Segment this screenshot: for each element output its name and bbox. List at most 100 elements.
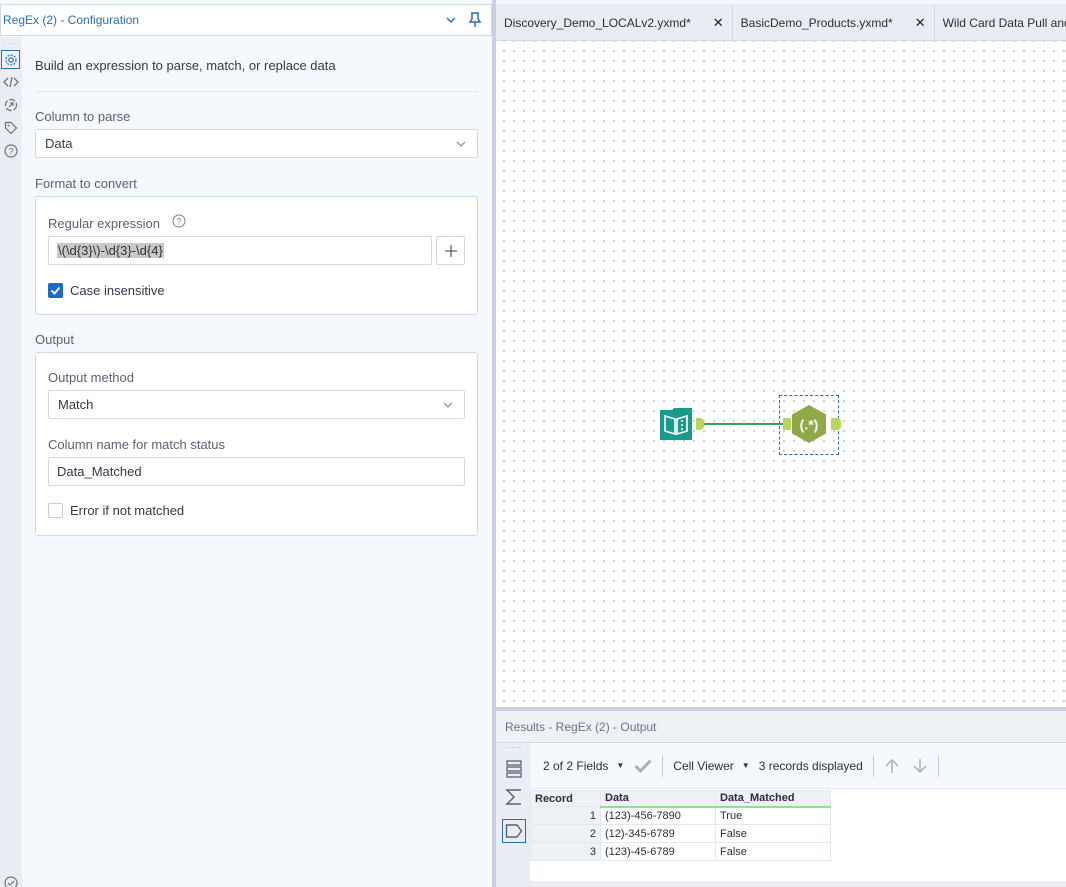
record-cell: 3 — [530, 842, 601, 861]
results-title: Results - RegEx (2) - Output — [505, 719, 657, 734]
output-anchor[interactable] — [831, 418, 841, 430]
regex-glyph: (.*) — [800, 417, 819, 433]
matched-cell[interactable]: False — [715, 842, 831, 861]
matched-cell[interactable]: False — [715, 824, 831, 843]
error-if-not-matched-label: Error if not matched — [70, 503, 185, 518]
table-view-icon[interactable] — [502, 757, 526, 781]
data-cell[interactable]: (123)-45-6789 — [600, 842, 716, 861]
close-icon[interactable]: ✕ — [915, 15, 926, 31]
close-icon[interactable]: ✕ — [713, 15, 724, 31]
column-to-parse-value: Data — [45, 136, 73, 151]
output-method-value: Match — [58, 397, 94, 412]
help-icon[interactable]: ? — [172, 214, 186, 228]
drag-handle-icon[interactable]: ····· — [504, 743, 522, 752]
chevron-down-icon[interactable] — [443, 12, 459, 28]
checkbox-unchecked-icon[interactable] — [48, 503, 63, 518]
format-to-convert-label: Format to convert — [35, 176, 137, 191]
results-header: Results - RegEx (2) - Output — [496, 711, 1066, 743]
gear-icon[interactable] — [1, 50, 20, 69]
pin-icon[interactable] — [467, 12, 483, 28]
records-displayed: 3 records displayed — [758, 758, 863, 773]
column-to-parse-select[interactable]: Data — [35, 129, 478, 158]
configuration-header: RegEx (2) - Configuration — [0, 4, 492, 36]
drag-handle-icon[interactable]: ··· — [4, 39, 15, 48]
data-cell[interactable]: (123)-456-7890 — [600, 806, 716, 825]
case-insensitive-checkbox[interactable]: Case insensitive — [48, 283, 165, 298]
data-cell[interactable]: (12)-345-6789 — [600, 824, 716, 843]
match-column-value: Data_Matched — [57, 464, 142, 479]
column-header-record[interactable]: Record — [530, 790, 601, 807]
match-column-label: Column name for match status — [48, 437, 226, 452]
match-column-input[interactable]: Data_Matched — [48, 457, 465, 486]
caret-down-icon: ▼ — [741, 761, 750, 770]
configuration-title: RegEx (2) - Configuration — [3, 13, 140, 27]
tab-discovery-demo[interactable]: Discovery_Demo_LOCALv2.yxmd* ✕ — [496, 4, 733, 40]
chevron-down-icon — [442, 399, 454, 411]
code-icon[interactable] — [1, 72, 20, 91]
tab-wild-card-data-pull[interactable]: Wild Card Data Pull and Parse — [935, 4, 1066, 40]
table-row[interactable]: 1 (123)-456-7890 True — [530, 806, 831, 825]
error-if-not-matched-checkbox[interactable]: Error if not matched — [48, 503, 184, 518]
svg-text:?: ? — [176, 217, 181, 227]
record-cell: 1 — [530, 806, 601, 825]
table-header-row: Record Data Data_Matched — [530, 790, 831, 808]
arrow-down-icon[interactable] — [912, 758, 928, 774]
svg-text:?: ? — [8, 146, 13, 156]
run-icon[interactable] — [1, 95, 20, 114]
output-method-select[interactable]: Match — [48, 390, 465, 419]
table-row[interactable]: 3 (123)-45-6789 False — [530, 842, 831, 861]
results-table: Record Data Data_Matched 1 (123)-456-789… — [530, 790, 831, 861]
plus-icon — [444, 244, 457, 257]
config-side-rail: ··· ? — [0, 37, 22, 887]
checkbox-checked-icon[interactable] — [48, 283, 63, 298]
output-method-label: Output method — [48, 370, 134, 385]
workflow-tabbar: Discovery_Demo_LOCALv2.yxmd* ✕ BasicDemo… — [496, 4, 1066, 41]
regular-expression-label: Regular expression — [48, 216, 161, 231]
arrow-up-icon[interactable] — [884, 758, 900, 774]
tab-label: Wild Card Data Pull and Parse — [942, 15, 1066, 30]
workflow-canvas[interactable]: (.*) — [496, 41, 1066, 707]
toolbar-separator — [937, 754, 939, 777]
column-to-parse-label: Column to parse — [35, 109, 131, 124]
connection-line[interactable] — [704, 423, 784, 425]
tab-label: BasicDemo_Products.yxmd* — [740, 15, 893, 30]
column-header-data[interactable]: Data — [600, 790, 716, 808]
check-circle-icon[interactable] — [1, 873, 20, 887]
column-header-data-matched[interactable]: Data_Matched — [715, 790, 831, 808]
regular-expression-input[interactable]: \(\d{3}\)-\d{3}-\d{4} — [48, 236, 432, 265]
divider — [35, 91, 478, 92]
caret-down-icon: ▼ — [616, 761, 625, 770]
toolbar-separator — [662, 754, 664, 777]
metadata-tag-icon[interactable] — [502, 819, 526, 843]
fields-dropdown[interactable]: 2 of 2 Fields ▼ — [543, 759, 624, 773]
format-to-convert-group: Regular expression ? \(\d{3}\)-\d{3}-\d{… — [35, 196, 478, 315]
matched-cell[interactable]: True — [715, 806, 831, 825]
tag-icon[interactable] — [1, 118, 20, 137]
cell-viewer-dropdown[interactable]: Cell Viewer ▼ — [673, 759, 749, 773]
case-insensitive-label: Case insensitive — [70, 283, 165, 298]
results-toolbar: 2 of 2 Fields ▼ Cell Viewer ▼ 3 records … — [530, 743, 1066, 789]
horizontal-scrollbar[interactable] — [530, 881, 1066, 887]
insert-pattern-button[interactable] — [436, 236, 465, 265]
record-cell: 2 — [530, 824, 601, 843]
results-rail: ····· — [496, 743, 530, 887]
table-row[interactable]: 2 (12)-345-6789 False — [530, 824, 831, 843]
regex-tool[interactable]: (.*) — [789, 404, 829, 444]
cell-viewer-label: Cell Viewer — [673, 758, 734, 773]
input-data-tool[interactable] — [658, 406, 694, 442]
configuration-panel: RegEx (2) - Configuration ··· ? Build an… — [0, 0, 494, 887]
help-icon[interactable]: ? — [1, 141, 20, 160]
fields-label: 2 of 2 Fields — [543, 758, 609, 773]
toolbar-separator — [872, 754, 874, 777]
output-anchor[interactable] — [696, 418, 704, 430]
results-grid-area: Record Data Data_Matched 1 (123)-456-789… — [530, 789, 1066, 881]
configuration-body: Build an expression to parse, match, or … — [22, 37, 492, 887]
tab-basic-demo-products[interactable]: BasicDemo_Products.yxmd* ✕ — [733, 4, 935, 40]
chevron-down-icon — [455, 138, 467, 150]
tool-description: Build an expression to parse, match, or … — [35, 58, 336, 73]
regular-expression-value: \(\d{3}\)-\d{3}-\d{4} — [57, 243, 164, 258]
sigma-icon[interactable] — [502, 785, 526, 809]
tab-label: Discovery_Demo_LOCALv2.yxmd* — [504, 15, 691, 30]
output-group: Output method Match Column name for matc… — [35, 352, 478, 536]
apply-check-icon[interactable] — [634, 758, 652, 773]
